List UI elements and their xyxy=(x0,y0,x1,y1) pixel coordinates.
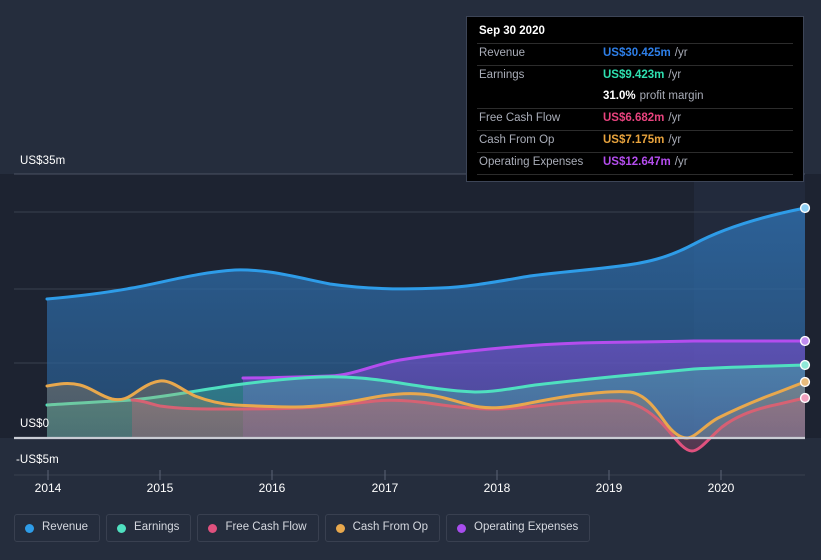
tooltip-row-revenue: Revenue US$30.425m /yr xyxy=(477,43,793,65)
legend-label-operating-expenses: Operating Expenses xyxy=(474,521,579,534)
financial-chart-page: US$35m US$0 -US$5m 2014 2015 2016 2017 2… xyxy=(0,0,821,560)
endpoint-revenue xyxy=(799,202,811,214)
y-axis-label-top: US$35m xyxy=(20,155,66,167)
tooltip-date: Sep 30 2020 xyxy=(479,25,545,37)
legend-item-operating-expenses[interactable]: Operating Expenses xyxy=(446,514,591,542)
legend-item-earnings[interactable]: Earnings xyxy=(106,514,192,542)
x-axis-label-2019: 2019 xyxy=(595,481,623,495)
tooltip-label-operating-expenses: Operating Expenses xyxy=(479,156,584,168)
endpoint-cfo xyxy=(799,376,811,388)
tooltip-value-cash-from-op: US$7.175m xyxy=(603,134,665,146)
x-axis-label-2014: 2014 xyxy=(34,481,62,495)
tooltip-unit-operating-expenses: /yr xyxy=(674,156,688,168)
endpoint-fcf xyxy=(799,392,811,404)
legend-dot-cash-from-op-icon xyxy=(335,523,345,533)
legend-dot-free-cash-flow-icon xyxy=(208,523,218,533)
tooltip-row-free-cash-flow: Free Cash Flow US$6.682m /yr xyxy=(477,108,793,130)
tooltip-row-earnings: Earnings US$9.423m /yr xyxy=(477,65,793,87)
tooltip-row-operating-expenses: Operating Expenses US$12.647m /yr xyxy=(477,152,793,175)
tooltip-value-operating-expenses: US$12.647m xyxy=(603,156,671,168)
x-axis-label-2020: 2020 xyxy=(707,481,735,495)
tooltip-label-revenue: Revenue xyxy=(479,47,526,59)
legend-dot-revenue-icon xyxy=(25,523,34,533)
tooltip-unit-free-cash-flow: /yr xyxy=(668,112,682,124)
chart-tooltip: Sep 30 2020 Revenue US$30.425m /yr Earni… xyxy=(466,16,804,182)
x-axis-label-2017: 2017 xyxy=(371,481,399,495)
x-axis-label-2016: 2016 xyxy=(258,481,286,495)
tooltip-value-earnings: US$9.423m xyxy=(603,69,665,81)
legend-item-cash-from-op[interactable]: Cash From Op xyxy=(324,514,441,542)
y-axis-label-zero: US$0 xyxy=(20,418,50,430)
tooltip-label-earnings: Earnings xyxy=(479,69,525,81)
legend-label-revenue: Revenue xyxy=(42,521,89,534)
tooltip-unit-profit-margin: profit margin xyxy=(639,90,704,102)
x-axis-label-2015: 2015 xyxy=(146,481,174,495)
tooltip-row-cash-from-op: Cash From Op US$7.175m /yr xyxy=(477,130,793,152)
tooltip-label-cash-from-op: Cash From Op xyxy=(479,134,555,146)
tooltip-label-free-cash-flow: Free Cash Flow xyxy=(479,112,561,124)
tooltip-unit-earnings: /yr xyxy=(668,69,682,81)
legend-dot-operating-expenses-icon xyxy=(457,523,467,533)
tooltip-value-profit-margin: 31.0% xyxy=(603,90,636,102)
legend-item-revenue[interactable]: Revenue xyxy=(14,514,101,542)
legend-item-free-cash-flow[interactable]: Free Cash Flow xyxy=(197,514,319,542)
tooltip-unit-cash-from-op: /yr xyxy=(668,134,682,146)
y-axis-label-bottom: -US$5m xyxy=(16,454,59,466)
chart-legend: Revenue Earnings Free Cash Flow Cash Fro… xyxy=(14,514,591,542)
endpoint-opex xyxy=(799,335,811,347)
legend-label-free-cash-flow: Free Cash Flow xyxy=(225,521,307,534)
legend-label-cash-from-op: Cash From Op xyxy=(352,521,429,534)
x-axis-label-2018: 2018 xyxy=(483,481,511,495)
tooltip-value-revenue: US$30.425m xyxy=(603,47,671,59)
tooltip-value-free-cash-flow: US$6.682m xyxy=(603,112,665,124)
tooltip-row-profit-margin: 31.0% profit margin xyxy=(477,87,793,108)
endpoint-earnings xyxy=(799,359,811,371)
legend-label-earnings: Earnings xyxy=(134,521,180,534)
legend-dot-earnings-icon xyxy=(117,523,127,533)
tooltip-unit-revenue: /yr xyxy=(674,47,688,59)
